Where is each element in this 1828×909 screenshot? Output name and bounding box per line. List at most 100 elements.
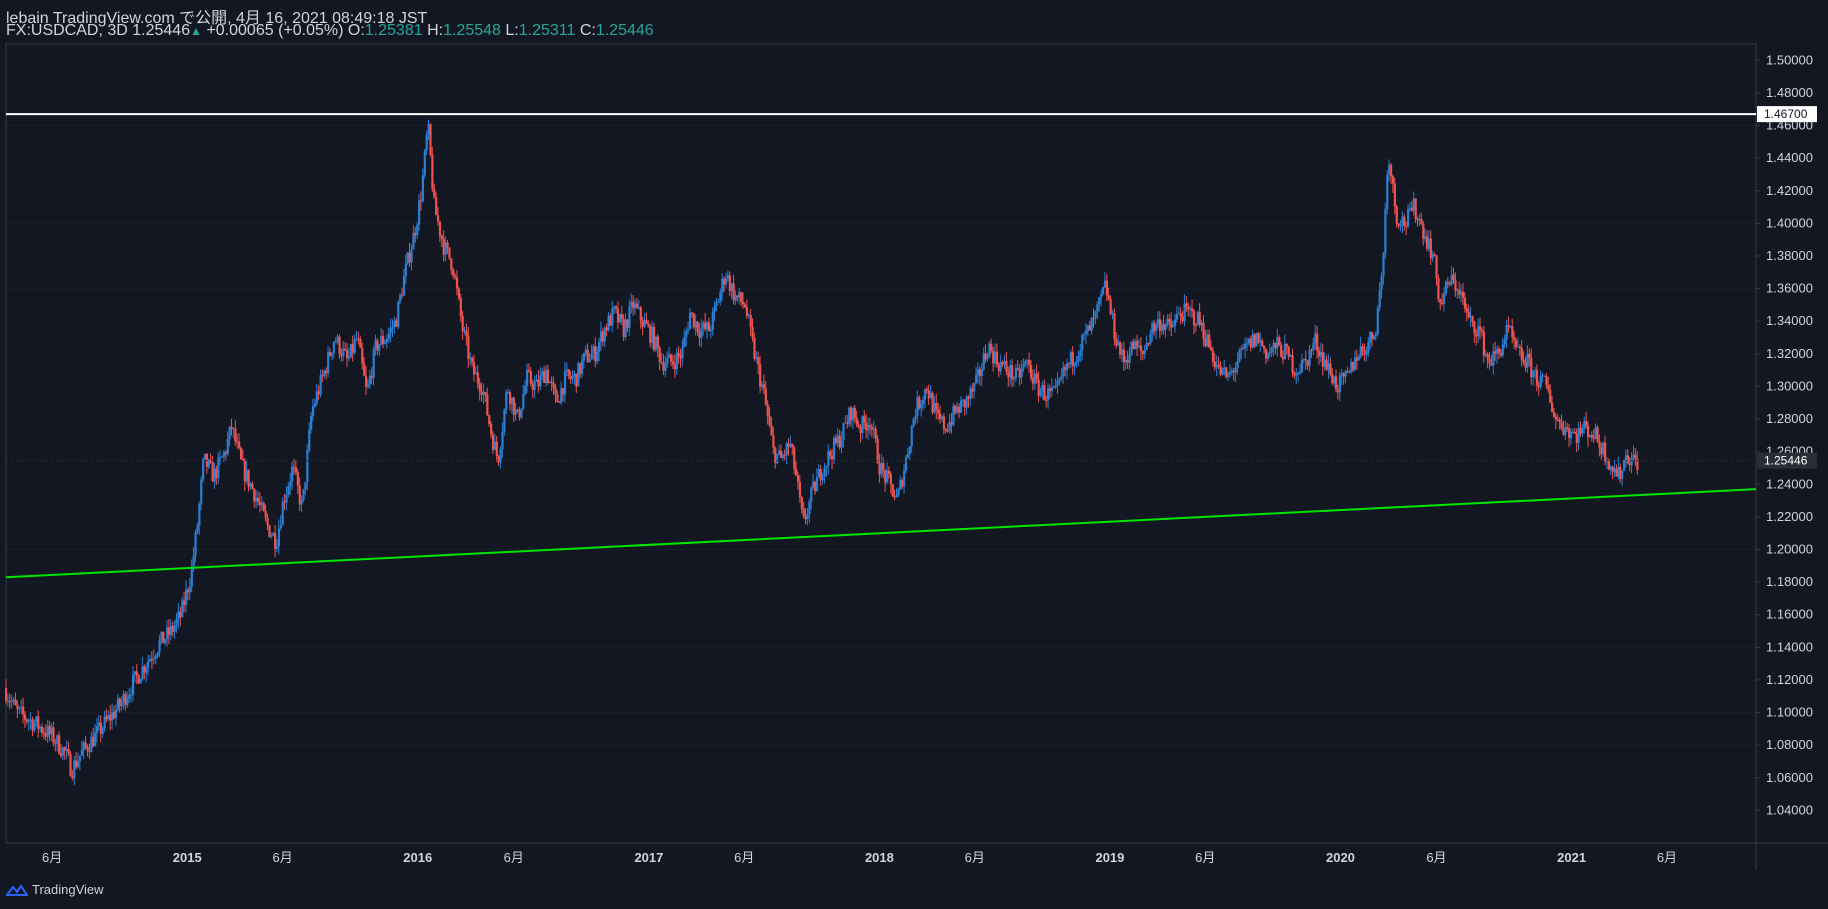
candle xyxy=(690,311,694,318)
candle xyxy=(1050,378,1054,397)
candle-body xyxy=(1437,278,1440,300)
candle xyxy=(374,334,377,356)
candle-body xyxy=(186,589,190,593)
candle xyxy=(757,351,760,375)
candle xyxy=(1158,311,1162,339)
time-axis[interactable]: 6月 2015 6月 2016 6月 2017 6月 2018 6月 2019 6月 2020 6月 20… xyxy=(42,850,1677,865)
candle xyxy=(1590,431,1593,442)
x-tick-label: 6月 xyxy=(42,850,62,865)
candle-body xyxy=(751,326,754,338)
candle-body xyxy=(1522,359,1525,363)
candle xyxy=(1482,325,1486,363)
candle xyxy=(31,716,34,737)
candle-body xyxy=(166,627,169,640)
candle xyxy=(1346,366,1349,374)
candle xyxy=(20,699,23,714)
candle xyxy=(963,399,966,416)
candle xyxy=(423,148,426,179)
candle xyxy=(27,718,30,731)
candle-body xyxy=(1573,432,1576,434)
candle xyxy=(575,373,578,393)
candle-body xyxy=(914,416,917,420)
candle xyxy=(546,364,550,385)
candle xyxy=(200,476,203,511)
candle-body xyxy=(1280,344,1283,357)
candle xyxy=(1310,348,1313,359)
candle-body xyxy=(452,269,455,276)
candle-body xyxy=(683,337,686,347)
candle-body xyxy=(855,418,858,425)
candle-body xyxy=(692,313,695,328)
candle xyxy=(952,402,955,427)
candle xyxy=(1429,230,1432,266)
candle xyxy=(1579,421,1582,437)
footer-logo[interactable]: TradingView xyxy=(6,882,104,897)
candle-body xyxy=(412,232,415,250)
candle xyxy=(1331,368,1334,386)
candle-body xyxy=(728,275,731,292)
candle xyxy=(1119,340,1122,359)
candle-body xyxy=(61,747,65,756)
candle-body xyxy=(80,749,83,756)
candle-body xyxy=(230,426,233,430)
candle-body xyxy=(177,611,180,620)
candle xyxy=(105,709,108,723)
candle-body xyxy=(1592,437,1595,439)
candle-body xyxy=(993,351,997,364)
candle xyxy=(1014,364,1018,382)
price-axis[interactable]: 1.040001.060001.080001.100001.120001.140… xyxy=(1756,52,1813,817)
candle-body xyxy=(1503,339,1506,345)
price-chart[interactable]: 1.040001.060001.080001.100001.120001.140… xyxy=(0,0,1828,909)
candle xyxy=(1452,267,1455,284)
candle-body xyxy=(361,347,364,364)
candle xyxy=(1427,229,1431,252)
candle xyxy=(980,363,983,386)
candle xyxy=(171,621,174,637)
candle-body xyxy=(1285,344,1288,347)
candle xyxy=(1192,308,1196,335)
candle xyxy=(599,321,603,351)
candle-body xyxy=(238,441,241,448)
candle xyxy=(402,268,406,296)
candle xyxy=(1285,343,1288,355)
candle xyxy=(891,483,894,498)
candle xyxy=(565,362,569,377)
candle xyxy=(562,387,565,402)
candle xyxy=(1376,305,1379,337)
candle xyxy=(925,386,928,394)
candle xyxy=(234,420,237,446)
candle xyxy=(1352,361,1355,373)
candle-body xyxy=(749,315,752,327)
candle-body xyxy=(643,320,646,327)
candle-body xyxy=(1361,346,1364,350)
candle xyxy=(1202,315,1205,347)
candle xyxy=(364,366,368,396)
candle-body xyxy=(455,277,459,289)
candle-body xyxy=(44,733,47,737)
candle xyxy=(1407,204,1410,229)
candle-body xyxy=(817,469,820,478)
candle-body xyxy=(594,346,597,362)
candle xyxy=(361,342,364,370)
candle xyxy=(1461,282,1465,305)
candle xyxy=(372,346,375,386)
candle-body xyxy=(1069,352,1072,364)
candle xyxy=(418,193,421,231)
candle xyxy=(1388,159,1391,182)
candle-body xyxy=(376,340,379,351)
candle xyxy=(711,307,714,336)
candle-body xyxy=(291,466,294,482)
x-tick-label: 2021 xyxy=(1557,850,1586,865)
candle-body xyxy=(560,388,563,403)
candle xyxy=(1533,366,1537,379)
candle-body xyxy=(488,415,491,425)
candle-body xyxy=(512,397,515,415)
candle-body xyxy=(1477,326,1480,337)
candle-body xyxy=(798,481,802,498)
candle-body xyxy=(965,396,968,408)
candle-body xyxy=(889,474,892,485)
candle xyxy=(16,700,19,718)
candle-body xyxy=(1569,432,1573,439)
candle xyxy=(1153,320,1156,336)
candle-body xyxy=(634,303,637,309)
